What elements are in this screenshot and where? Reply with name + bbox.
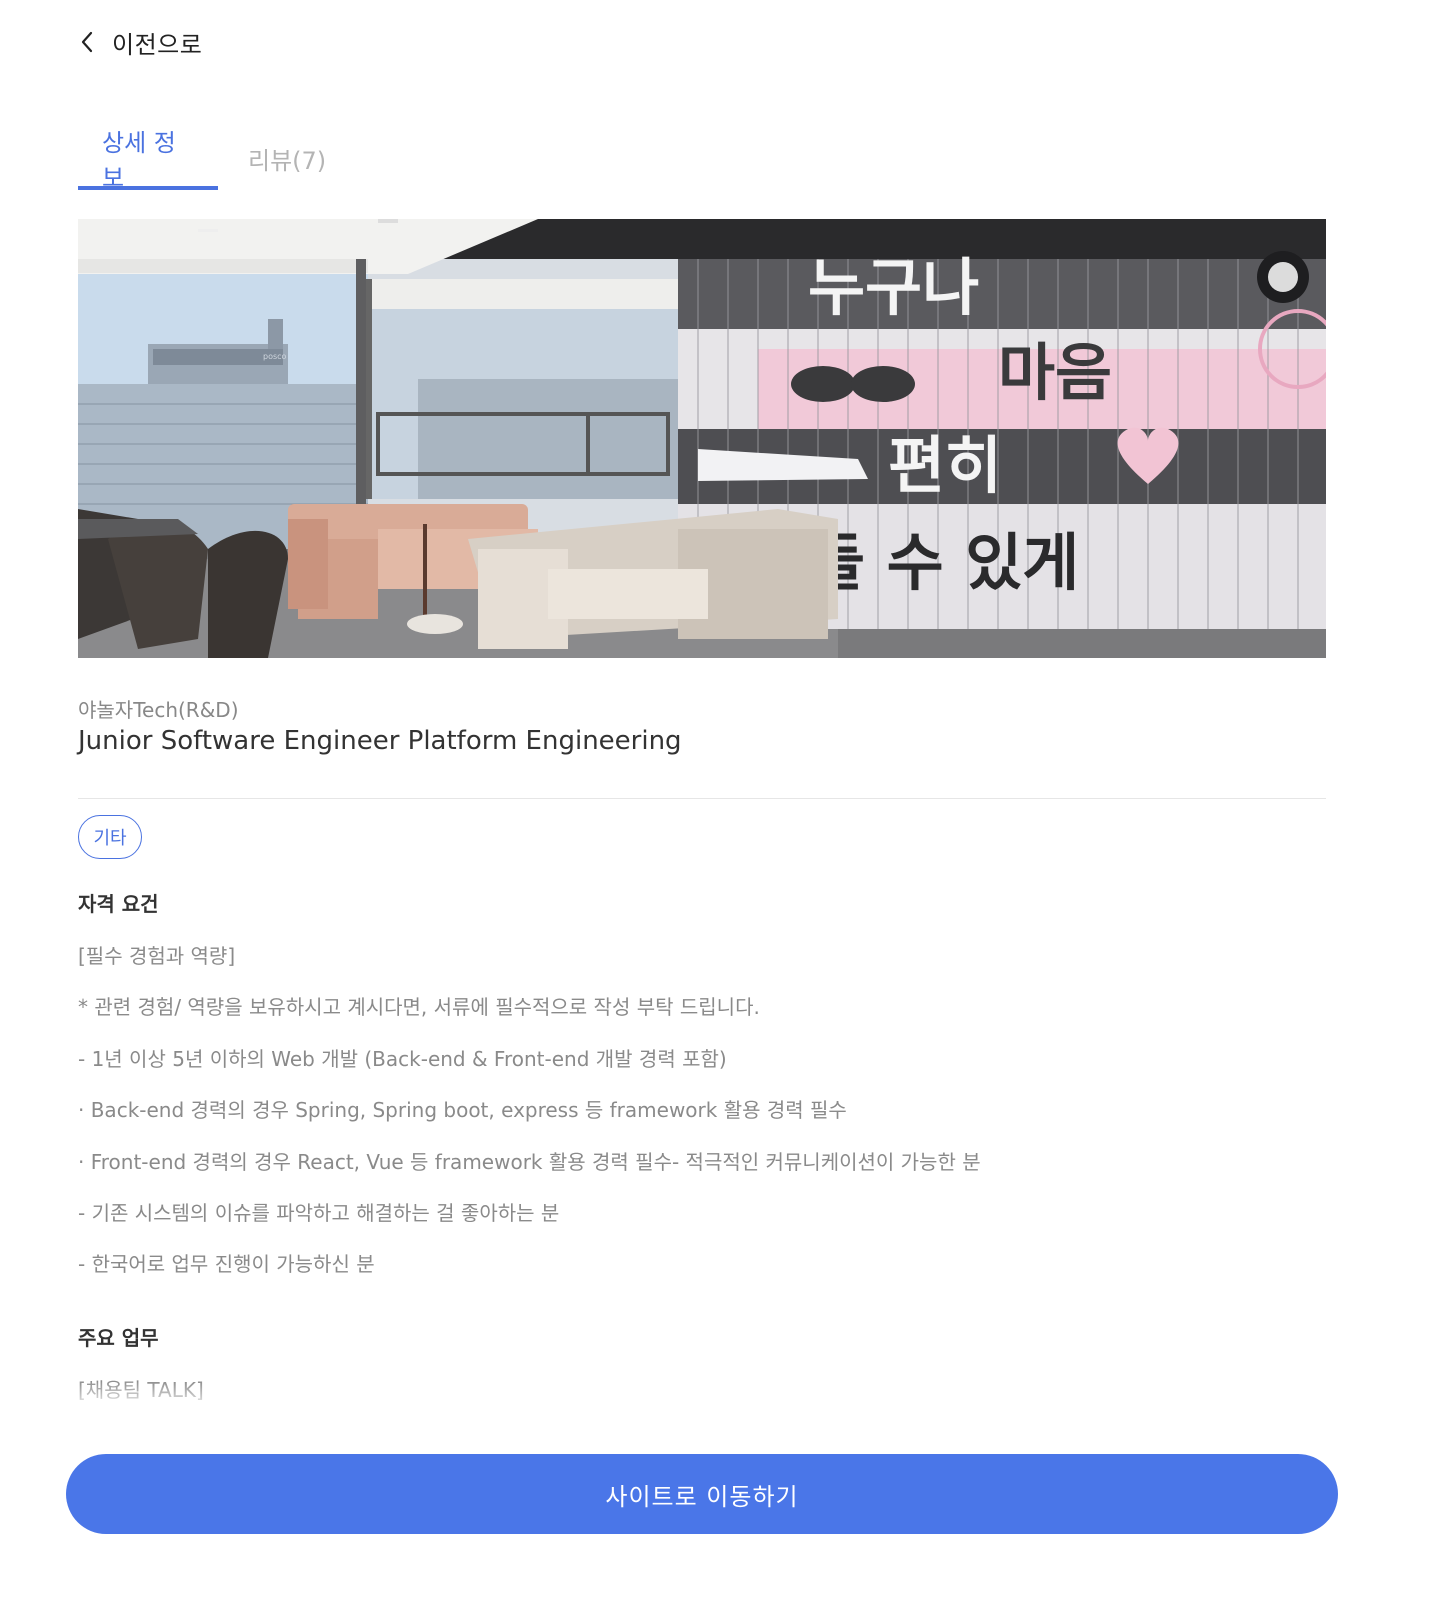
wall-text-2: 마음 <box>998 336 1112 409</box>
job-title: Junior Software Engineer Platform Engine… <box>78 726 682 756</box>
wall-text-4: 들 수 있게 <box>808 526 1079 599</box>
back-label: 이전으로 <box>112 30 203 59</box>
wall-text-1: 누구나 <box>808 251 979 324</box>
qualification-line: * 관련 경험/ 역량을 보유하시고 계시다면, 서류에 필수적으로 작성 부탁… <box>78 995 760 1019</box>
category-tag: 기타 <box>78 815 142 859</box>
divider <box>78 798 1326 799</box>
page: 이전으로 상세 정보 리뷰(7) posco 누구나 마음 편히 들 수 있게 … <box>0 0 1438 1606</box>
qualifications-heading: 자격 요건 <box>78 892 159 916</box>
duties-heading: 주요 업무 <box>78 1326 159 1350</box>
hero-image: posco 누구나 마음 편히 들 수 있게 <box>78 219 1326 658</box>
building-sign: posco <box>263 352 287 361</box>
qualification-line: - 1년 이상 5년 이하의 Web 개발 (Back-end & Front-… <box>78 1047 727 1071</box>
qualification-line: [필수 경험과 역량] <box>78 944 236 968</box>
company-name: 야놀자Tech(R&D) <box>78 698 239 722</box>
qualification-line: - 기존 시스템의 이슈를 파악하고 해결하는 걸 좋아하는 분 <box>78 1201 560 1225</box>
tab-bar: 상세 정보 리뷰(7) <box>78 129 326 192</box>
qualification-line: · Front-end 경력의 경우 React, Vue 등 framewor… <box>78 1150 981 1174</box>
tab-details[interactable]: 상세 정보 <box>78 129 218 192</box>
chevron-left-icon <box>78 30 96 54</box>
wall-text-3: 편히 <box>888 429 1002 502</box>
qualification-line: · Back-end 경력의 경우 Spring, Spring boot, e… <box>78 1098 847 1122</box>
go-to-site-button[interactable]: 사이트로 이동하기 <box>66 1454 1338 1534</box>
content-fade <box>0 1380 1438 1420</box>
qualification-line: - 한국어로 업무 진행이 가능하신 분 <box>78 1252 375 1276</box>
tab-reviews[interactable]: 리뷰(7) <box>218 130 326 186</box>
back-button[interactable]: 이전으로 <box>78 24 202 60</box>
